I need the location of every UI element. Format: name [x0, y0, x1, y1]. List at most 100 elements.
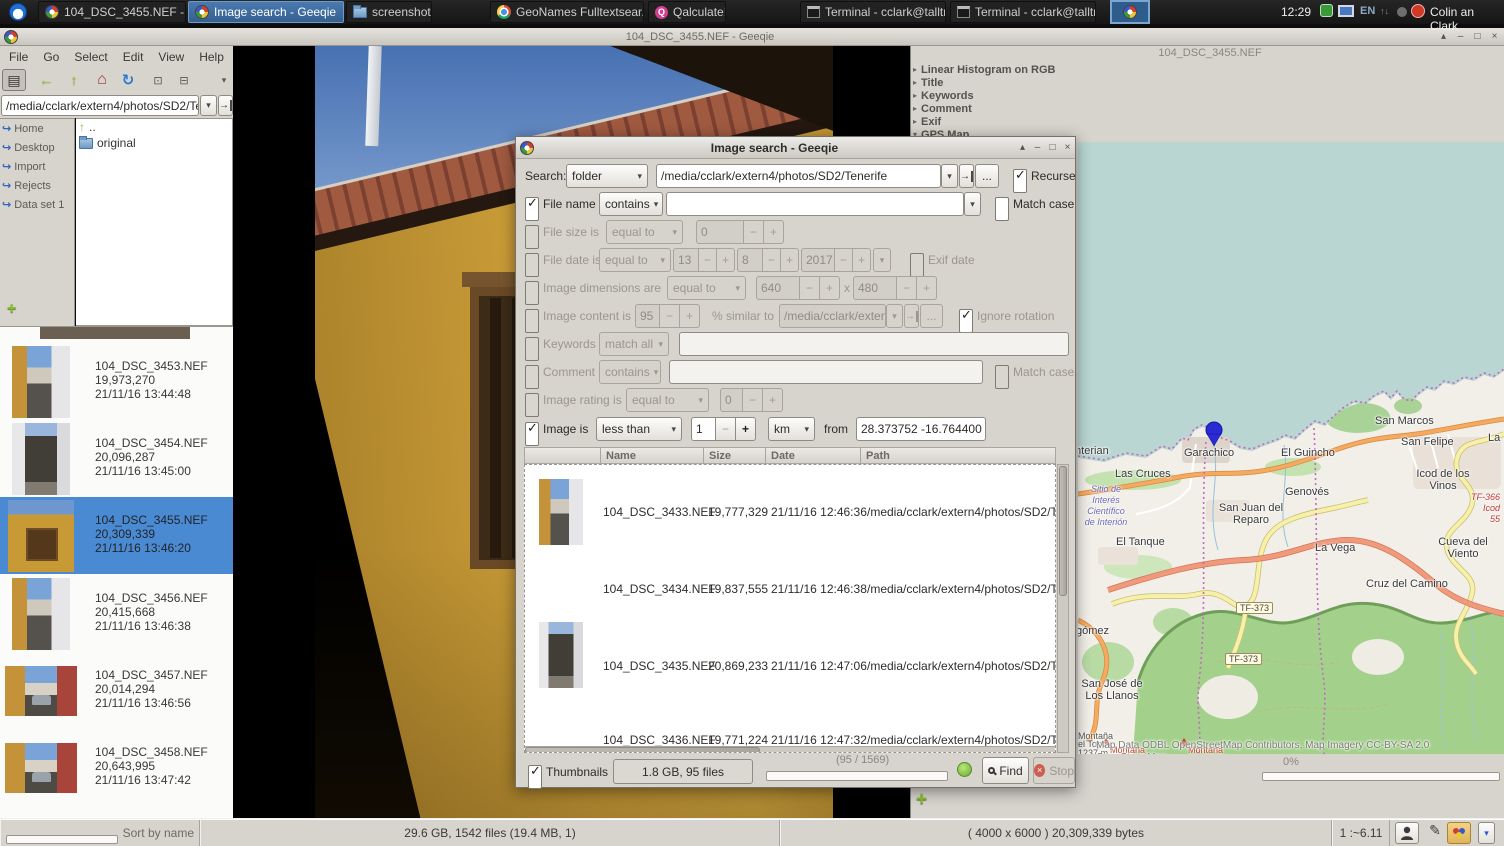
comment-checkbox[interactable] [525, 365, 539, 389]
spinner-minus[interactable]: − [716, 417, 736, 441]
keyboard-layout-indicator[interactable]: EN [1360, 5, 1375, 17]
spinner-value[interactable]: 8 [737, 248, 763, 272]
view-mode-button[interactable]: ▤ [2, 69, 26, 91]
status-tray-icon[interactable] [1397, 7, 1407, 17]
file-name-history-dropdown[interactable]: ▾ [964, 192, 981, 216]
taskbar-window-terminal-2[interactable]: Terminal - cclark@talltr... [950, 1, 1096, 23]
spinner-minus[interactable]: − [699, 248, 717, 272]
spinner-value[interactable]: 2017 [801, 248, 835, 272]
bookmark-home[interactable]: ↪Home [0, 119, 74, 138]
folder-item-original[interactable]: original [76, 135, 232, 151]
clock[interactable]: 12:29 [1281, 5, 1311, 19]
keywords-checkbox[interactable] [525, 337, 539, 361]
spinner-plus[interactable]: + [717, 248, 735, 272]
menu-select[interactable]: Select [74, 50, 107, 64]
search-scope-dropdown[interactable]: folder▾ [566, 164, 648, 188]
float-panes-button[interactable]: ⊡ [146, 69, 170, 91]
thumbnails-checkbox[interactable] [528, 765, 542, 789]
spinner-plus[interactable]: + [917, 276, 937, 300]
unit-dropdown[interactable]: km▾ [768, 417, 815, 441]
maximize-button[interactable]: □ [1045, 142, 1060, 153]
spinner-value[interactable]: 480 [853, 276, 897, 300]
spinner-value[interactable]: 0 [720, 388, 743, 412]
file-row-selected[interactable]: 104_DSC_3455.NEF 20,309,339 21/11/16 13:… [0, 497, 233, 574]
spinner-plus[interactable]: + [736, 417, 756, 441]
file-name-checkbox[interactable] [525, 197, 539, 221]
month-spinner[interactable]: 8 − + [737, 248, 799, 272]
gps-checkbox[interactable] [525, 422, 539, 446]
match-case-checkbox[interactable] [995, 365, 1009, 389]
taskbar-window-geeqie-main[interactable]: 104_DSC_3455.NEF - G... [38, 1, 186, 23]
zoom-status[interactable]: 1 :~6.11 [1332, 820, 1390, 846]
spinner-plus[interactable]: + [820, 276, 840, 300]
menu-go[interactable]: Go [43, 50, 59, 64]
file-row[interactable]: 104_DSC_3453.NEF 19,973,270 21/11/16 13:… [0, 343, 233, 420]
file-date-op-dropdown[interactable]: equal to▾ [599, 248, 671, 272]
file-name-entry[interactable] [666, 192, 964, 216]
rating-checkbox[interactable] [525, 393, 539, 417]
spinner-value[interactable]: 640 [756, 276, 800, 300]
folder-item-parent[interactable]: ↑.. [76, 119, 232, 135]
taskbar-window-geonames[interactable]: GeoNames Fulltextsear... [490, 1, 644, 23]
spinner-plus[interactable]: + [853, 248, 871, 272]
menu-edit[interactable]: Edit [123, 50, 144, 64]
network-tray-icon[interactable]: ↑↓ [1380, 6, 1389, 16]
dimensions-op-dropdown[interactable]: equal to▾ [667, 276, 746, 300]
year-spinner[interactable]: 2017 − + [801, 248, 871, 272]
spinner-value[interactable]: 1 [691, 417, 716, 441]
browse-button[interactable]: ... [920, 304, 943, 328]
section-comment[interactable]: ▸Comment [913, 102, 972, 115]
file-row[interactable]: 104_DSC_3454.NEF 20,096,287 21/11/16 13:… [0, 420, 233, 497]
column-header-date[interactable]: Date [766, 447, 861, 464]
gps-op-dropdown[interactable]: less than▾ [596, 417, 682, 441]
find-button[interactable]: Find [982, 757, 1029, 784]
menu-help[interactable]: Help [199, 50, 224, 64]
spinner-minus[interactable]: − [897, 276, 917, 300]
minimize-button[interactable]: – [1030, 142, 1045, 153]
menu-view[interactable]: View [158, 50, 184, 64]
image-content-checkbox[interactable] [525, 309, 539, 333]
spinner-minus[interactable]: − [763, 248, 781, 272]
search-path-entry[interactable]: /media/cclark/extern4/photos/SD2/Tenerif… [656, 164, 941, 188]
section-title[interactable]: ▸Title [913, 76, 943, 89]
gps-map[interactable]: Interian Las Cruces Garachico El Guincho… [1078, 142, 1504, 754]
dimensions-checkbox[interactable] [525, 281, 539, 305]
taskbar-window-image-search[interactable]: Image search - Geeqie [188, 1, 344, 23]
spinner-minus[interactable]: − [835, 248, 853, 272]
path-history-dropdown[interactable]: ▾ [941, 164, 958, 188]
height-spinner[interactable]: 480 − + [853, 276, 937, 300]
bookmark-desktop[interactable]: ↪Desktop [0, 138, 74, 157]
bookmark-data-set-1[interactable]: ↪Data set 1 [0, 195, 74, 214]
bookmark-rejects[interactable]: ↪Rejects [0, 176, 74, 195]
similar-path-entry[interactable]: /media/cclark/extern4/p [779, 304, 886, 328]
exif-date-checkbox[interactable] [910, 253, 924, 277]
spinner-plus[interactable]: + [763, 388, 783, 412]
column-header-name[interactable]: Name [601, 447, 704, 464]
file-size-op-dropdown[interactable]: equal to▾ [606, 220, 683, 244]
home-button[interactable]: ⌂ [90, 69, 114, 91]
rating-spinner[interactable]: 0 − + [720, 388, 783, 412]
file-name-op-dropdown[interactable]: contains▾ [599, 192, 663, 216]
spinner-minus[interactable]: − [743, 388, 763, 412]
keywords-entry[interactable] [679, 332, 1069, 356]
browse-button[interactable]: ... [975, 164, 999, 188]
path-dropdown-button[interactable]: ▾ [200, 95, 217, 116]
recurse-checkbox[interactable] [1013, 169, 1027, 193]
keywords-op-dropdown[interactable]: match all▾ [599, 332, 669, 356]
spinner-plus[interactable]: + [764, 220, 784, 244]
path-apply-button[interactable]: → [904, 304, 919, 328]
path-apply-button[interactable]: → [959, 164, 974, 188]
main-window-titlebar[interactable]: 104_DSC_3455.NEF - Geeqie ▴ – □ × [0, 28, 1504, 46]
file-date-checkbox[interactable] [525, 253, 539, 277]
path-entry[interactable]: /media/cclark/extern4/photos/SD2/Ten [1, 95, 199, 116]
menu-file[interactable]: File [9, 50, 28, 64]
external-edit-button[interactable] [1447, 822, 1471, 844]
spinner-minus[interactable]: − [660, 304, 680, 328]
spinner-plus[interactable]: + [680, 304, 700, 328]
up-button[interactable]: ↑ [62, 69, 86, 91]
rating-op-dropdown[interactable]: equal to▾ [626, 388, 709, 412]
spinner-minus[interactable]: − [800, 276, 820, 300]
scrollbar-thumb[interactable] [1059, 466, 1067, 596]
file-size-checkbox[interactable] [525, 225, 539, 249]
results-list[interactable]: 104_DSC_3433.NEF 19,777,329 21/11/16 12:… [524, 464, 1056, 753]
